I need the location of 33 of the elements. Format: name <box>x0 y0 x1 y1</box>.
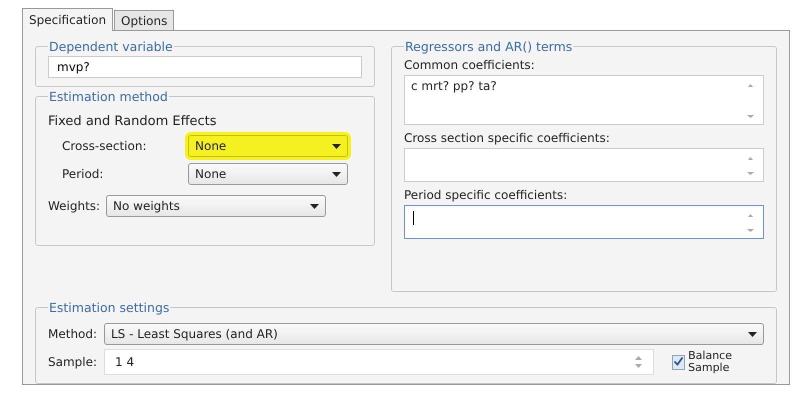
spinner-icon <box>634 354 643 370</box>
input-field[interactable]: 1 4 <box>104 349 654 375</box>
caret-icon <box>310 204 319 208</box>
caret-icon <box>332 144 341 148</box>
text-area[interactable]: c mrt? pp? ta? <box>404 75 764 125</box>
field-label: Weights: <box>48 199 102 213</box>
dropdown[interactable]: No weights <box>106 195 326 217</box>
field-label: Method: <box>48 327 98 341</box>
group-title: Regressors and AR() terms <box>404 39 574 54</box>
field-label: Period specific coefficients: <box>404 188 568 202</box>
tab[interactable]: Options <box>114 10 174 30</box>
group-title: Estimation settings <box>48 300 170 315</box>
text-area[interactable] <box>404 205 764 239</box>
field-label: Sample: <box>48 355 98 369</box>
dropdown[interactable]: None <box>188 163 348 185</box>
tab[interactable]: Specification <box>22 8 114 31</box>
text-area[interactable] <box>404 148 764 182</box>
dropdown[interactable]: None <box>188 135 348 157</box>
input-field[interactable]: mvp? <box>48 56 362 78</box>
caret-icon <box>332 172 341 176</box>
field-label: Cross section specific coefficients: <box>404 131 611 145</box>
field-label: Common coefficients: <box>404 58 536 72</box>
field-value: c mrt? pp? ta? <box>411 79 497 93</box>
checkbox-label[interactable]: Balance Sample <box>688 350 764 374</box>
caret-icon <box>748 332 757 336</box>
field-label: Cross-section: <box>61 139 148 153</box>
checkbox[interactable] <box>672 354 686 370</box>
group-title: Dependent variable <box>48 39 174 54</box>
field-label: Period: <box>61 167 104 181</box>
section-label: Fixed and Random Effects <box>48 114 218 129</box>
group-title: Estimation method <box>48 89 169 104</box>
checkmark-icon <box>673 356 684 366</box>
dropdown[interactable]: LS - Least Squares (and AR) <box>104 323 764 345</box>
